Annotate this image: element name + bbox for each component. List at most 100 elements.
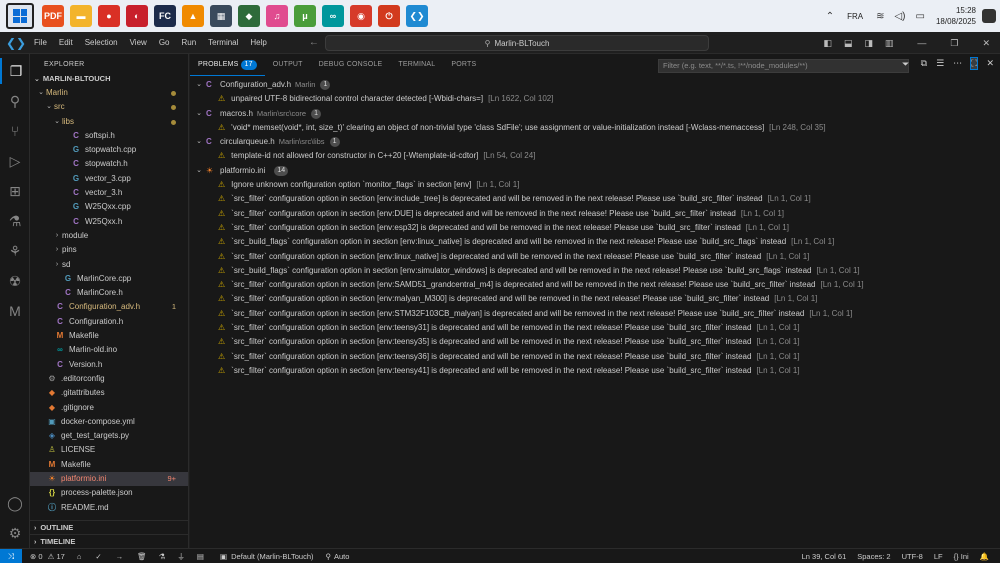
build-check-icon[interactable]: ✓	[95, 552, 101, 561]
file-item[interactable]: G MarlinCore.cpp	[30, 272, 188, 286]
file-item[interactable]: ⓘ README.md	[30, 501, 188, 515]
wifi-icon[interactable]: ≋	[876, 11, 884, 22]
tab-problems[interactable]: PROBLEMS 17	[190, 54, 265, 76]
clock[interactable]: 15:28 18/08/2025	[936, 5, 976, 27]
testing-icon[interactable]: ⚗	[0, 208, 30, 234]
python-icon[interactable]: ⚘	[0, 238, 30, 264]
problem-item[interactable]: ⚠ `src_filter` configuration option in se…	[190, 364, 1000, 378]
problem-item[interactable]: ⚠ unpaired UTF-8 bidirectional control ch…	[190, 92, 1000, 106]
vlc-icon[interactable]: ▲	[182, 5, 204, 27]
project-root[interactable]: ⌄ MARLIN-BLTOUCH	[30, 72, 188, 86]
battery-icon[interactable]: ▭	[916, 11, 925, 22]
itunes-icon[interactable]: ♫	[266, 5, 288, 27]
folder-item[interactable]: › sd	[30, 258, 188, 272]
file-item[interactable]: Cvector_3.h	[30, 186, 188, 200]
problem-item[interactable]: ⚠ `src_build_flags` configuration option …	[190, 264, 1000, 278]
file-item[interactable]: ☀ platformio.ini 9+	[30, 472, 188, 487]
explorer-icon[interactable]: ❐	[0, 58, 30, 84]
manage-gear-icon[interactable]: ⚙	[0, 520, 30, 546]
restore-button[interactable]: ❐	[950, 38, 958, 49]
problem-item[interactable]: ⚠ `src_filter` configuration option in se…	[190, 350, 1000, 364]
file-item[interactable]: ▣ docker-compose.yml	[30, 415, 188, 429]
file-item[interactable]: ♙ LICENSE	[30, 443, 188, 457]
folder-item[interactable]: ⌄ Marlin	[30, 86, 188, 100]
fcnx-icon[interactable]: FC	[154, 5, 176, 27]
file-item[interactable]: Gstopwatch.cpp	[30, 143, 188, 157]
end-of-line[interactable]: LF	[934, 552, 943, 561]
problem-file-group[interactable]: ⌄ C Configuration_adv.h Marlin 1	[190, 78, 1000, 92]
chevron-up-icon[interactable]: ⌃	[826, 11, 834, 22]
source-control-icon[interactable]: ⑂	[0, 118, 30, 144]
file-item[interactable]: C Configuration.h	[30, 315, 188, 329]
problem-item[interactable]: ⚠ `src_filter` configuration option in se…	[190, 292, 1000, 306]
problem-item[interactable]: ⚠ template-id not allowed for constructor…	[190, 149, 1000, 163]
maximize-panel-icon[interactable]: ⛶	[970, 57, 979, 70]
notifications-icon[interactable]	[982, 9, 996, 23]
problem-item[interactable]: ⚠ 'void* memset(void*, int, size_t)' clea…	[190, 121, 1000, 135]
problem-item[interactable]: ⚠ `src_build_flags` configuration option …	[190, 235, 1000, 249]
menu-run[interactable]: Run	[175, 38, 202, 47]
file-item[interactable]: {} process-palette.json	[30, 486, 188, 500]
file-item[interactable]: C Configuration_adv.h 1	[30, 300, 188, 314]
file-item[interactable]: M Makefile	[30, 458, 188, 472]
remote-indicator-icon[interactable]: ⤨	[0, 548, 22, 563]
problem-item[interactable]: ⚠ `src_filter` configuration option in se…	[190, 192, 1000, 206]
close-panel-icon[interactable]: ✕	[986, 58, 994, 69]
toggle-primary-sidebar-icon[interactable]: ◧	[823, 38, 832, 49]
vscode-taskbar-icon[interactable]: ❮❯	[406, 5, 428, 27]
problem-item[interactable]: ⚠ `src_filter` configuration option in se…	[190, 207, 1000, 221]
file-item[interactable]: ◆ .gitignore	[30, 401, 188, 415]
folder-item[interactable]: ⌄ src	[30, 100, 188, 114]
file-item[interactable]: Csoftspi.h	[30, 129, 188, 143]
customize-layout-icon[interactable]: ▥	[885, 38, 894, 49]
problem-file-group[interactable]: ⌄ Ccircularqueue.h Marlin\src\libs 1	[190, 135, 1000, 149]
indentation[interactable]: Spaces: 2	[857, 552, 890, 561]
tab-output[interactable]: OUTPUT	[265, 54, 311, 76]
folder-item[interactable]: ⌄ libs	[30, 115, 188, 129]
upload-arrow-icon[interactable]: →	[116, 552, 124, 561]
cursor-position[interactable]: Ln 39, Col 61	[802, 552, 847, 561]
collapse-all-icon[interactable]: ⧉	[921, 58, 927, 69]
file-item[interactable]: ◆ .gitattributes	[30, 386, 188, 400]
menu-view[interactable]: View	[124, 38, 153, 47]
tab-debug-console[interactable]: DEBUG CONSOLE	[311, 54, 391, 76]
problem-item[interactable]: ⚠ `src_filter` configuration option in se…	[190, 335, 1000, 349]
problem-item[interactable]: ⚠ `src_filter` configuration option in se…	[190, 221, 1000, 235]
problem-item[interactable]: ⚠ `src_filter` configuration option in se…	[190, 321, 1000, 335]
calculator-icon[interactable]: ▦	[210, 5, 232, 27]
file-explorer-icon[interactable]: ▬	[70, 5, 92, 27]
folder-item[interactable]: › module	[30, 229, 188, 243]
encoding[interactable]: UTF-8	[902, 552, 923, 561]
menu-selection[interactable]: Selection	[79, 38, 124, 47]
chrome-icon[interactable]: ●	[98, 5, 120, 27]
menu-help[interactable]: Help	[244, 38, 272, 47]
marlin-auto-build-icon[interactable]: M	[0, 298, 30, 324]
app-red-icon[interactable]: ◉	[350, 5, 372, 27]
app-power-icon[interactable]: ⏻	[378, 5, 400, 27]
view-as-table-icon[interactable]: ☰	[936, 58, 944, 69]
file-item[interactable]: Gvector_3.cpp	[30, 172, 188, 186]
utorrent-icon[interactable]: μ	[294, 5, 316, 27]
parental-app-icon[interactable]: ◐	[126, 5, 148, 27]
clean-trash-icon[interactable]: 🗑	[137, 552, 147, 561]
problem-item[interactable]: ⚠ `src_filter` configuration option in se…	[190, 307, 1000, 321]
toggle-secondary-sidebar-icon[interactable]: ◨	[864, 38, 873, 49]
command-center[interactable]: ⚲ Marlin-BLTouch	[325, 35, 709, 51]
file-item[interactable]: G W25Qxx.cpp	[30, 200, 188, 214]
timeline-section[interactable]: › TIMELINE	[30, 534, 189, 548]
menu-file[interactable]: File	[28, 38, 53, 47]
start-button[interactable]	[6, 3, 34, 29]
back-arrow-icon[interactable]: ←	[309, 37, 319, 48]
file-item[interactable]: ⚙ .editorconfig	[30, 372, 188, 386]
close-button[interactable]: ✕	[982, 38, 990, 49]
problem-item[interactable]: ⚠ `src_filter` configuration option in se…	[190, 250, 1000, 264]
menu-terminal[interactable]: Terminal	[202, 38, 244, 47]
volume-icon[interactable]: ◁)	[894, 11, 905, 22]
menu-go[interactable]: Go	[153, 38, 176, 47]
minimize-button[interactable]: —	[917, 38, 926, 48]
arduino-icon[interactable]: ∞	[322, 5, 344, 27]
problem-item[interactable]: ⚠ Ignore unknown configuration option `mo…	[190, 178, 1000, 192]
file-item[interactable]: C W25Qxx.h	[30, 215, 188, 229]
file-item[interactable]: C MarlinCore.h	[30, 286, 188, 300]
problem-file-group[interactable]: ⌄ ☀ platformio.ini 14	[190, 164, 1000, 178]
